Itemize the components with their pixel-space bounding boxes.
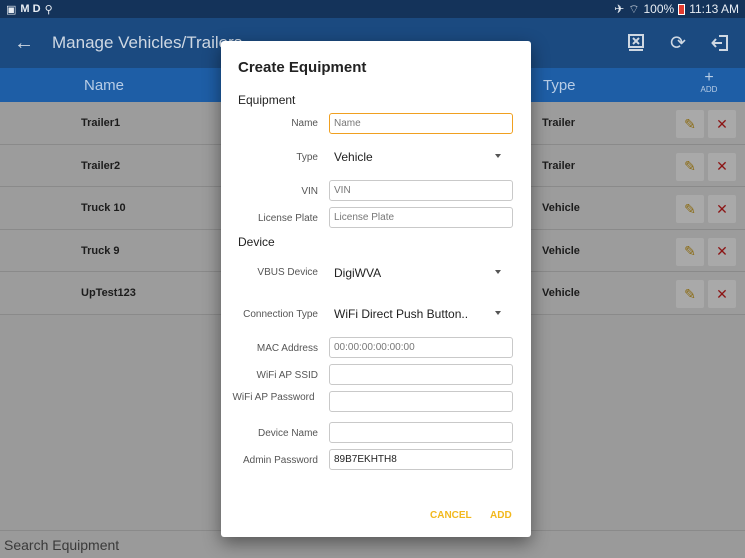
vbus-device-value: DigiWVA [334,265,382,280]
add-equipment-button[interactable]: + ADD [695,70,723,94]
search-input[interactable]: Search Equipment [4,537,119,553]
mac-address-input[interactable] [329,337,513,358]
caret-down-icon [495,154,501,158]
equipment-section-heading: Equipment [238,93,296,107]
pencil-icon: ✎ [684,243,696,259]
wifi-icon: ⌔ [628,1,640,16]
battery-icon [678,3,686,15]
pencil-icon: ✎ [684,115,696,132]
equipment-type: Vehicle [542,202,580,214]
equipment-name: Truck 10 [81,202,126,214]
equipment-type: Trailer [542,117,576,129]
delete-button[interactable]: ✕ [708,195,736,223]
pencil-icon: ✎ [684,200,696,217]
vin-label: VIN [301,186,318,197]
mac-address-label: MAC Address [256,343,318,354]
device-name-label: Device Name [257,428,318,439]
back-arrow-icon[interactable]: ← [14,32,44,55]
notification-icon: ▣ [6,3,17,16]
delete-button[interactable]: ✕ [708,237,736,266]
usb-icon: ⚲ [44,3,53,16]
pencil-icon: ✎ [684,158,696,174]
pencil-icon: ✎ [684,285,696,302]
delete-x-icon: ✕ [716,115,728,132]
cancel-button[interactable]: CANCEL [430,510,472,521]
create-equipment-dialog: Create Equipment Equipment Name Type Veh… [221,41,531,537]
delete-x-icon: ✕ [716,285,728,302]
wifi-password-input[interactable] [329,391,513,412]
edit-button[interactable]: ✎ [676,237,704,266]
type-dropdown[interactable]: Vehicle [329,146,513,167]
delete-x-icon: ✕ [716,200,728,217]
wifi-password-label: WiFi AP Password [232,392,315,403]
name-label: Name [291,118,318,129]
wifi-ssid-input[interactable] [329,364,513,385]
status-bar: ▣ M D ⚲ ✈ ⌔ 100% 11:13 AM [0,0,745,18]
vbus-device-dropdown[interactable]: DigiWVA [329,262,513,283]
delete-button[interactable]: ✕ [708,152,736,181]
vin-input[interactable] [329,180,513,201]
column-header-type[interactable]: Type [543,77,576,94]
clock: 11:13 AM [689,2,739,16]
device-name-input[interactable] [329,422,513,443]
column-header-name[interactable]: Name [84,77,124,94]
delete-x-icon: ✕ [716,158,728,174]
edit-button[interactable]: ✎ [676,195,704,223]
logout-icon[interactable] [709,32,731,54]
add-button[interactable]: ADD [490,510,512,521]
signal-icon: ✈ [614,2,625,16]
type-value: Vehicle [334,149,373,164]
equipment-name: Truck 9 [81,244,120,257]
page-title: Manage Vehicles/Trailers [52,33,243,52]
status-left-text: M D [20,3,41,15]
vbus-device-label: VBUS Device [257,267,318,278]
equipment-type: Trailer [542,159,576,172]
export-icon[interactable] [625,32,647,54]
plus-icon: + [704,69,714,86]
dialog-title: Create Equipment [238,59,367,76]
admin-password-label: Admin Password [242,455,318,466]
delete-button[interactable]: ✕ [708,110,736,138]
caret-down-icon [495,270,501,274]
delete-button[interactable]: ✕ [708,280,736,308]
license-plate-label: License Plate [257,213,318,224]
edit-button[interactable]: ✎ [676,110,704,138]
wifi-ssid-label: WiFi AP SSID [256,370,319,381]
equipment-type: Vehicle [542,244,580,257]
refresh-icon[interactable]: ⟳ [667,32,689,54]
equipment-name: Trailer1 [81,117,121,129]
name-input[interactable] [329,113,513,134]
caret-down-icon [495,311,501,315]
connection-type-label: Connection Type [243,309,318,320]
equipment-name: UpTest123 [81,287,136,299]
connection-type-value: WiFi Direct Push Button.. [334,306,469,321]
type-label: Type [296,152,318,163]
device-section-heading: Device [238,235,275,249]
equipment-name: Trailer2 [81,159,121,172]
delete-x-icon: ✕ [716,243,728,259]
edit-button[interactable]: ✎ [676,152,704,181]
admin-password-input[interactable] [329,449,513,470]
equipment-type: Vehicle [542,287,580,299]
battery-level: 100% [643,2,675,16]
license-plate-input[interactable] [329,207,513,228]
edit-button[interactable]: ✎ [676,280,704,308]
connection-type-dropdown[interactable]: WiFi Direct Push Button.. [329,303,513,324]
